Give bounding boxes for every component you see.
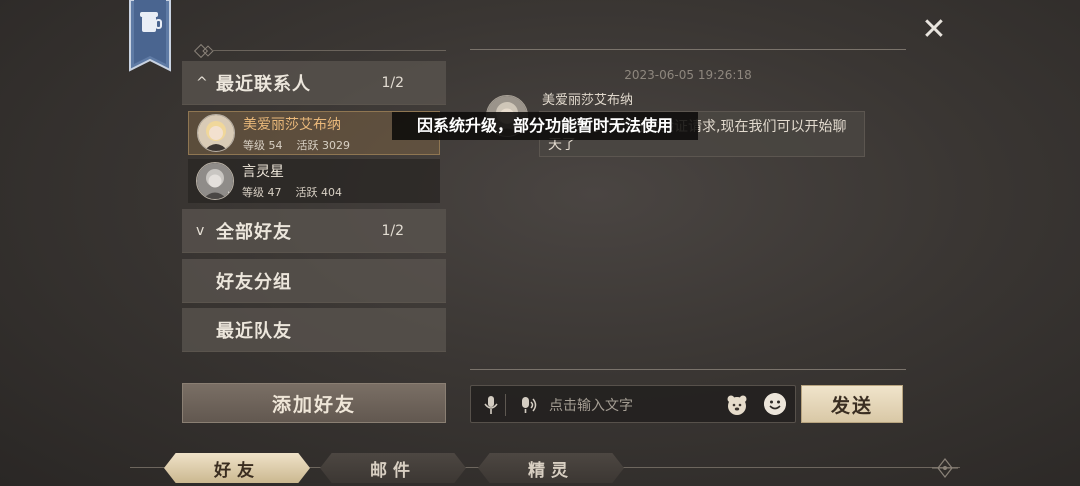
chat-divider-top xyxy=(470,49,906,50)
smiley-icon[interactable] xyxy=(764,393,786,415)
ornament-icon xyxy=(932,458,958,478)
bear-sticker-icon[interactable] xyxy=(725,393,749,417)
friend-meta: 等级 47 活跃 404 xyxy=(242,184,342,200)
section-count: 1/2 xyxy=(381,74,404,91)
avatar xyxy=(197,114,235,152)
section-all-friends[interactable]: v 全部好友 1/2 xyxy=(182,209,446,253)
send-button[interactable]: 发送 xyxy=(801,385,903,423)
friend-level: 等级 54 xyxy=(243,139,283,152)
section-count: 1/2 xyxy=(381,222,404,239)
chat-input-bar xyxy=(470,385,796,423)
section-label: 最近队友 xyxy=(216,320,292,342)
friend-meta: 等级 54 活跃 3029 xyxy=(243,137,350,153)
tab-spirit[interactable]: 精灵 xyxy=(478,453,624,483)
chat-text-input[interactable] xyxy=(547,394,711,418)
section-label: 好友分组 xyxy=(216,271,292,293)
friend-level: 等级 47 xyxy=(242,186,282,199)
microphone-icon[interactable] xyxy=(483,395,499,415)
friend-name: 言灵星 xyxy=(242,164,284,180)
add-friend-button[interactable]: 添加好友 xyxy=(182,383,446,423)
input-separator xyxy=(505,394,506,416)
tab-friends[interactable]: 好友 xyxy=(164,453,310,483)
banner-icon xyxy=(129,0,171,72)
section-recent-teammates[interactable]: 最近队友 xyxy=(182,308,446,352)
chevron-up-icon: ^ xyxy=(196,74,208,91)
voice-message-icon[interactable] xyxy=(519,395,539,415)
friend-activity: 活跃 3029 xyxy=(296,139,351,152)
chevron-down-icon: v xyxy=(196,222,205,239)
message-timestamp: 2023-06-05 19:26:18 xyxy=(624,68,752,82)
section-label: 全部好友 xyxy=(216,221,292,243)
message-sender-name: 美爱丽莎艾布纳 xyxy=(542,93,634,108)
contacts-divider xyxy=(182,43,446,59)
chat-divider-bottom xyxy=(470,369,906,370)
tab-mail[interactable]: 邮件 xyxy=(320,453,466,483)
close-icon: ✕ xyxy=(921,12,947,47)
system-toast: 因系统升级，部分功能暂时无法使用 xyxy=(392,112,698,140)
friend-item-2[interactable]: ✕ 言灵星 等级 47 活跃 404 xyxy=(188,159,440,203)
section-recent-contacts[interactable]: ^ 最近联系人 1/2 xyxy=(182,61,446,105)
avatar: ✕ xyxy=(196,162,234,200)
friend-name: 美爱丽莎艾布纳 xyxy=(243,117,341,133)
close-button[interactable]: ✕ xyxy=(918,14,950,46)
offline-icon: ✕ xyxy=(227,190,233,199)
section-friend-groups[interactable]: 好友分组 xyxy=(182,259,446,303)
friend-activity: 活跃 404 xyxy=(295,186,343,199)
section-label: 最近联系人 xyxy=(216,73,311,95)
